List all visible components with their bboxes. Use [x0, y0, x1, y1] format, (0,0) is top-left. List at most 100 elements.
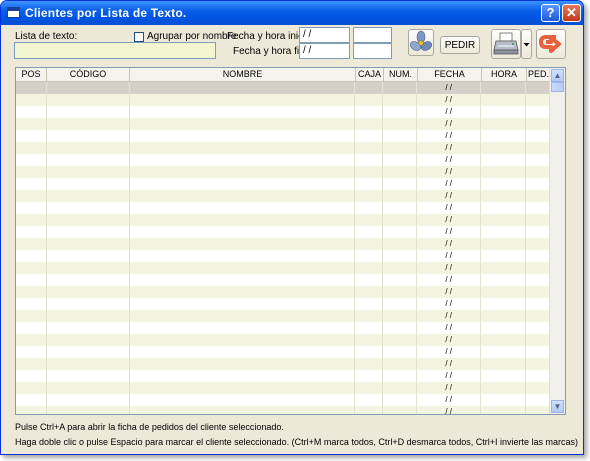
table-cell: [47, 358, 130, 370]
table-cell: [383, 82, 418, 94]
fan-button[interactable]: [408, 29, 434, 56]
vertical-scrollbar[interactable]: ▲ ▼: [549, 68, 565, 414]
lista-label: Lista de texto:: [15, 31, 78, 42]
table-cell: [47, 334, 130, 346]
agrupar-checkbox[interactable]: [134, 32, 144, 42]
table-cell: [526, 322, 550, 334]
table-cell: [526, 106, 550, 118]
table-cell: [355, 262, 384, 274]
table-cell: [355, 322, 384, 334]
table-cell: [130, 154, 356, 166]
table-row[interactable]: / /: [16, 154, 550, 166]
table-cell: [47, 250, 130, 262]
table-cell: / /: [417, 346, 482, 358]
table-row[interactable]: / /: [16, 130, 550, 142]
close-button[interactable]: ✕: [562, 4, 581, 22]
table-cell: / /: [417, 190, 482, 202]
table-row[interactable]: / /: [16, 238, 550, 250]
table-cell: [383, 130, 418, 142]
table-row[interactable]: / /: [16, 106, 550, 118]
table-cell: [130, 226, 356, 238]
print-button[interactable]: [491, 29, 521, 59]
table-cell: [383, 250, 418, 262]
table-cell: [383, 262, 418, 274]
table-row[interactable]: / /: [16, 322, 550, 334]
table-cell: [481, 370, 527, 382]
table-cell: [16, 118, 47, 130]
table-row[interactable]: / /: [16, 334, 550, 346]
table-cell: [481, 82, 527, 94]
table-cell: [481, 154, 527, 166]
table-cell: [355, 406, 384, 414]
table-cell: [355, 334, 384, 346]
table-row[interactable]: / /: [16, 142, 550, 154]
exit-arrow-icon: [539, 35, 561, 53]
table-row[interactable]: / /: [16, 346, 550, 358]
table-cell: / /: [417, 94, 482, 106]
table-cell: [47, 298, 130, 310]
table-row[interactable]: / /: [16, 382, 550, 394]
table-cell: [383, 382, 418, 394]
table-cell: [16, 226, 47, 238]
table-row[interactable]: / /: [16, 214, 550, 226]
table-row[interactable]: / /: [16, 94, 550, 106]
table-cell: / /: [417, 226, 482, 238]
table-row[interactable]: / /: [16, 250, 550, 262]
exit-button[interactable]: [536, 29, 566, 59]
table-row[interactable]: / /: [16, 298, 550, 310]
fecha-inicial-input[interactable]: / /: [299, 27, 350, 43]
table-cell: [383, 346, 418, 358]
column-header[interactable]: FECHA: [418, 68, 482, 81]
table-row[interactable]: / /: [16, 274, 550, 286]
table-row[interactable]: / /: [16, 310, 550, 322]
lista-input[interactable]: [14, 42, 216, 59]
scroll-thumb[interactable]: [551, 82, 564, 92]
table-row[interactable]: / /: [16, 286, 550, 298]
table-row[interactable]: / /: [16, 226, 550, 238]
column-header[interactable]: CAJA: [356, 68, 384, 81]
scroll-up-icon[interactable]: ▲: [551, 69, 564, 82]
table-cell: [47, 178, 130, 190]
fecha-final-input[interactable]: / /: [299, 43, 350, 59]
table-row[interactable]: / /: [16, 370, 550, 382]
table-cell: / /: [417, 166, 482, 178]
table-cell: [47, 202, 130, 214]
table-row[interactable]: / /: [16, 82, 550, 94]
column-header[interactable]: NUM.: [384, 68, 418, 81]
title-bar[interactable]: Clientes por Lista de Texto. ? ✕: [1, 1, 583, 25]
table-row[interactable]: / /: [16, 406, 550, 414]
clientes-grid[interactable]: POS CÓDIGO NOMBRE CAJA NUM. FECHA HORA PED. / /…: [15, 67, 566, 415]
table-cell: [130, 142, 356, 154]
column-header[interactable]: HORA: [482, 68, 527, 81]
pedir-button[interactable]: PEDIR: [440, 36, 480, 54]
table-row[interactable]: / /: [16, 394, 550, 406]
grid-body[interactable]: / / / / / / / / / / / / / / / / / / / / / / / / / / /…: [16, 82, 550, 414]
table-row[interactable]: / /: [16, 202, 550, 214]
help-button[interactable]: ?: [541, 4, 560, 22]
table-cell: [481, 238, 527, 250]
table-cell: [16, 154, 47, 166]
column-header[interactable]: NOMBRE: [130, 68, 356, 81]
column-header[interactable]: PED.: [527, 68, 551, 81]
table-row[interactable]: / /: [16, 166, 550, 178]
table-cell: / /: [417, 130, 482, 142]
table-cell: / /: [417, 322, 482, 334]
table-row[interactable]: / /: [16, 358, 550, 370]
table-row[interactable]: / /: [16, 178, 550, 190]
table-cell: [130, 118, 356, 130]
hora-final-input[interactable]: [353, 43, 392, 59]
table-cell: [355, 214, 384, 226]
table-row[interactable]: / /: [16, 190, 550, 202]
table-cell: [383, 214, 418, 226]
table-cell: [481, 346, 527, 358]
table-row[interactable]: / /: [16, 262, 550, 274]
table-cell: [481, 118, 527, 130]
column-header[interactable]: POS: [16, 68, 47, 81]
table-cell: [383, 94, 418, 106]
column-header[interactable]: CÓDIGO: [47, 68, 130, 81]
scroll-down-icon[interactable]: ▼: [551, 400, 564, 413]
hora-inicial-input[interactable]: [353, 27, 392, 43]
table-row[interactable]: / /: [16, 118, 550, 130]
print-dropdown-button[interactable]: [521, 29, 532, 59]
table-cell: [526, 178, 550, 190]
